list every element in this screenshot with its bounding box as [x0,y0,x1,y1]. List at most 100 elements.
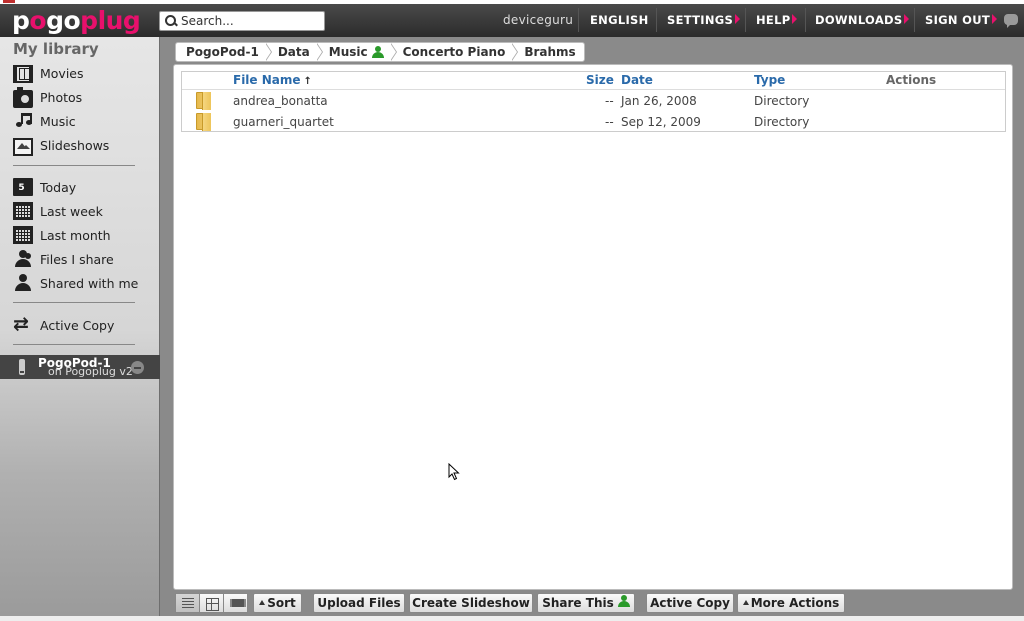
list-view-icon[interactable] [175,593,200,613]
search-box[interactable] [159,11,325,31]
sidebar-item-today[interactable]: 5 Today [13,177,76,197]
device-name: PogoPod-1 [38,356,111,370]
calendar-week-icon [13,202,33,220]
usb-drive-icon [19,359,25,375]
breadcrumb-label: Music [328,45,368,59]
nav-settings-label: SETTINGS [667,13,734,27]
film-icon [13,65,33,83]
menu-arrow-icon [992,14,997,24]
menu-arrow-icon [904,14,910,24]
sidebar-item-files-i-share[interactable]: Files I share [13,249,114,269]
slideshow-icon [13,138,33,156]
pogoplug-logo[interactable]: pogoplug [12,4,141,37]
sidebar-item-label: Photos [40,89,83,105]
sidebar-divider [13,344,135,345]
search-icon[interactable] [164,14,178,28]
breadcrumb: PogoPod-1 Data Music Concerto Piano Brah… [175,42,585,62]
shared-icon [371,46,384,58]
active-copy-button[interactable]: Active Copy [646,593,734,613]
row-date: Sep 12, 2009 [621,115,701,129]
create-slideshow-button[interactable]: Create Slideshow [409,593,533,613]
nav-help[interactable]: HELP [756,4,798,37]
logo-part: p [12,6,30,35]
upload-files-button[interactable]: Upload Files [313,593,405,613]
calendar-day-icon: 5 [13,178,33,196]
sidebar-item-last-week[interactable]: Last week [13,201,103,221]
menu-up-icon [742,600,749,605]
transfer-arrows-icon [13,313,33,335]
grid-view-icon[interactable] [199,593,224,613]
eject-icon[interactable] [131,361,144,374]
sidebar-item-active-copy[interactable]: Active Copy [13,313,114,335]
nav-divider [578,8,579,32]
table-row[interactable]: guarneri_quartet -- Sep 12, 2009 Directo… [182,112,1005,133]
search-input[interactable] [181,14,321,28]
table-row[interactable]: andrea_bonatta -- Jan 26, 2008 Directory [182,91,1005,112]
sidebar-item-shared-with-me[interactable]: Shared with me [13,273,138,293]
nav-sign-out[interactable]: SIGN OUT [925,4,997,37]
column-type[interactable]: Type [754,73,785,87]
nav-settings[interactable]: SETTINGS [667,4,741,37]
nav-divider [745,8,746,32]
filmstrip-view-icon[interactable] [223,593,248,613]
sidebar-item-label: Movies [40,65,84,81]
sort-arrow-icon: ↑ [303,76,312,87]
breadcrumb-item[interactable]: PogoPod-1 [176,43,267,61]
menu-arrow-icon [792,14,798,24]
menu-arrow-icon [735,14,741,24]
row-name[interactable]: andrea_bonatta [233,94,328,108]
logo-part: o [29,6,47,35]
sidebar-item-music[interactable]: Music [13,111,76,131]
nav-english[interactable]: ENGLISH [590,4,649,37]
nav-divider [914,8,915,32]
menu-up-icon [259,600,266,605]
column-size[interactable]: Size [586,73,614,87]
file-table: File Name ↑ Size Date Type Actions andrea… [181,71,1006,132]
nav-downloads[interactable]: DOWNLOADS [815,4,910,37]
sidebar-item-label: Music [40,113,76,129]
column-date[interactable]: Date [621,73,653,87]
row-name[interactable]: guarneri_quartet [233,115,334,129]
more-actions-button[interactable]: More Actions [737,593,845,613]
table-header: File Name ↑ Size Date Type Actions [182,72,1005,90]
nav-sign-out-label: SIGN OUT [925,13,990,27]
breadcrumb-item[interactable]: Data [264,43,318,61]
sidebar-item-photos[interactable]: Photos [13,87,83,108]
row-size: -- [605,94,614,108]
sidebar-item-label: Today [40,179,77,195]
sidebar-item-label: Last month [40,227,111,243]
sidebar-item-label: Shared with me [40,275,139,291]
camera-icon [13,87,33,108]
share-label: Share This [542,596,614,610]
sidebar-item-label: Last week [40,203,103,219]
share-this-button[interactable]: Share This [537,593,635,613]
window-bottom-edge [0,616,1024,621]
row-size: -- [605,115,614,129]
sidebar-divider [13,302,135,303]
sidebar-item-label: Slideshows [40,137,110,153]
sort-label: Sort [267,596,296,610]
calendar-day-number: 5 [18,183,25,193]
sort-button[interactable]: Sort [253,593,302,613]
sidebar-item-slideshows[interactable]: Slideshows [13,135,110,156]
column-label: File Name [233,73,301,87]
logo-part: plug [80,6,141,35]
share-person-icon [13,250,33,268]
share-icon [617,595,630,607]
column-file-name[interactable]: File Name ↑ [233,73,312,87]
breadcrumb-item[interactable]: Brahms [511,43,583,61]
sidebar-item-movies[interactable]: Movies [13,63,84,83]
logo-part: go [46,6,81,35]
row-date: Jan 26, 2008 [621,94,697,108]
more-actions-label: More Actions [750,596,840,610]
library-title: My library [13,40,99,58]
breadcrumb-item-music[interactable]: Music [315,43,392,61]
sidebar-item-last-month[interactable]: Last month [13,225,111,245]
favicon-icon [3,0,15,3]
breadcrumb-item[interactable]: Concerto Piano [389,43,514,61]
device-item-pogopod[interactable]: on Pogoplug v2 PogoPod-1 [0,355,160,379]
chat-bubble-icon[interactable] [1004,14,1018,28]
nav-help-label: HELP [756,13,791,27]
nav-divider [805,8,806,32]
music-note-icon [13,112,33,130]
